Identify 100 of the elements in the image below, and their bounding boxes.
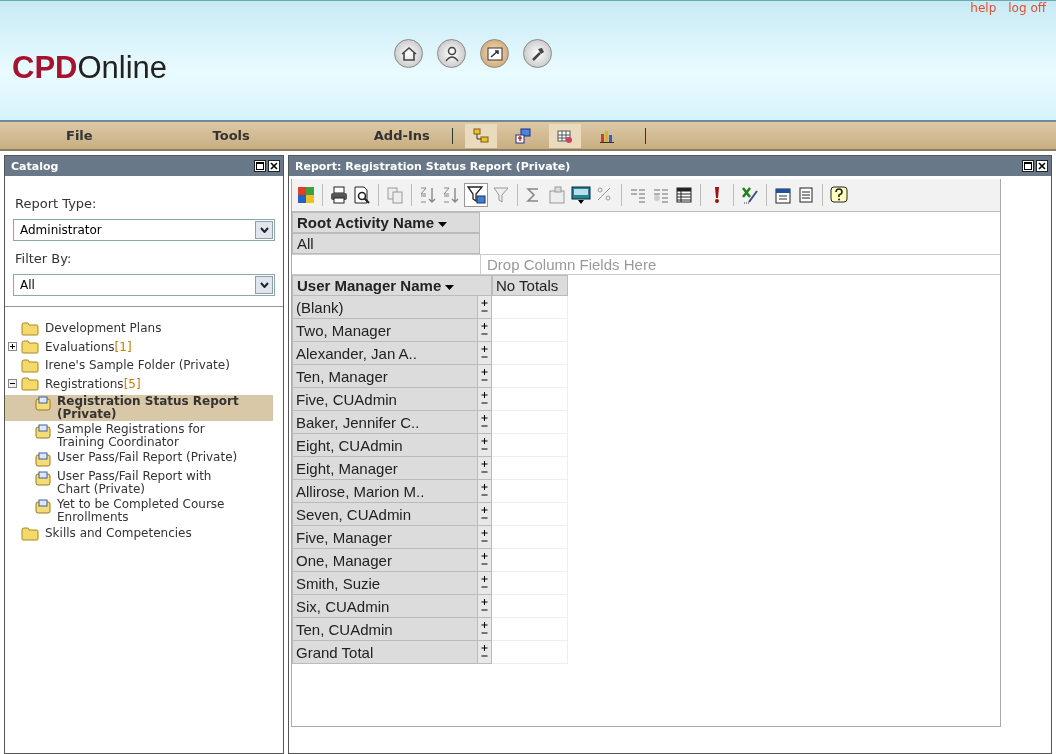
close-button[interactable] — [1036, 160, 1048, 172]
copy-icon[interactable] — [385, 185, 405, 205]
row-label: Allirose, Marion M.. — [296, 482, 425, 500]
report-item[interactable]: Yet to be Completed Course Enrollments — [57, 498, 242, 524]
expand-collapse-icon[interactable] — [477, 319, 491, 341]
expand-collapse-icon[interactable] — [477, 365, 491, 387]
expand-collapse-icon[interactable] — [477, 388, 491, 410]
expand-collapse-icon[interactable] — [477, 572, 491, 594]
table-icon — [556, 127, 573, 144]
help-icon[interactable] — [829, 185, 849, 205]
expand-icon[interactable] — [8, 342, 17, 351]
folder-icon — [21, 358, 39, 373]
row-label: Eight, CUAdmin — [296, 436, 403, 454]
expand-collapse-icon[interactable] — [477, 457, 491, 479]
person-icon — [442, 44, 461, 63]
report-icon — [35, 396, 51, 412]
sort-descending-icon[interactable] — [441, 185, 461, 205]
windows-icon — [514, 127, 531, 144]
filter-value: All — [292, 233, 480, 254]
tree-item[interactable]: Skills and Competencies — [45, 526, 192, 540]
maximize-button[interactable] — [1022, 160, 1034, 172]
expand-collapse-icon[interactable] — [477, 618, 491, 640]
panel-title: Report: Registration Status Report (Private) — [295, 159, 571, 173]
expand-collapse-icon[interactable] — [477, 595, 491, 617]
column-header: No Totals — [492, 275, 568, 296]
report-icon — [35, 452, 51, 468]
row-label: Ten, Manager — [296, 367, 388, 385]
reports-button[interactable] — [480, 39, 509, 68]
calculated-field-icon[interactable] — [547, 185, 567, 205]
expand-collapse-icon[interactable] — [477, 342, 491, 364]
report-item[interactable]: User Pass/Fail Report (Private) — [57, 451, 242, 464]
row-label: Six, CUAdmin — [296, 597, 390, 615]
row-label: Alexander, Jan A.. — [296, 344, 417, 362]
row-label: Five, Manager — [296, 528, 392, 546]
expand-collapse-icon[interactable] — [477, 480, 491, 502]
row-field-header[interactable]: User Manager Name — [292, 275, 492, 296]
row-label: Grand Total — [296, 643, 374, 661]
funnel-icon[interactable] — [491, 185, 511, 205]
profile-button[interactable] — [437, 39, 466, 68]
folder-icon — [21, 340, 39, 354]
expand-collapse-icon[interactable] — [477, 434, 491, 456]
expand-collapse-icon[interactable] — [477, 411, 491, 433]
field-list-icon[interactable] — [674, 185, 694, 205]
row-label: Five, CUAdmin — [296, 390, 397, 408]
monitor-icon[interactable] — [570, 185, 592, 205]
field-label: Filter By: — [15, 251, 73, 266]
menu-item[interactable]: Tools — [202, 128, 260, 143]
row-label: (Blank) — [296, 298, 344, 316]
tools-button[interactable] — [523, 39, 552, 68]
grid-view-button[interactable] — [548, 123, 581, 148]
house-icon — [399, 44, 418, 63]
report-item[interactable]: Sample Registrations for Training Coordinator — [57, 423, 242, 449]
report-icon — [35, 424, 51, 440]
hierarchy-icon — [472, 127, 489, 144]
expand-collapse-icon[interactable] — [477, 641, 491, 663]
menu-item[interactable]: File — [56, 128, 103, 143]
row-label: Ten, CUAdmin — [296, 620, 393, 638]
print-preview-icon[interactable] — [352, 185, 372, 205]
filter-icon[interactable] — [464, 183, 488, 207]
expand-collapse-icon[interactable] — [477, 296, 491, 318]
chevron-down-icon — [259, 282, 269, 288]
properties-icon[interactable] — [796, 185, 816, 205]
tree-view-button[interactable] — [464, 123, 497, 148]
arrow-chart-icon — [485, 44, 504, 63]
row-label: One, Manager — [296, 551, 392, 569]
dropdown-arrow-icon[interactable] — [445, 285, 455, 291]
tree-item[interactable]: Development Plans — [45, 321, 162, 335]
folder-icon — [21, 526, 39, 541]
report-icon — [35, 471, 51, 487]
panel-title: Catalog — [11, 159, 59, 173]
tree-item[interactable]: Evaluations[1] — [45, 339, 132, 354]
collapse-icon[interactable] — [8, 379, 17, 388]
maximize-button[interactable] — [254, 160, 266, 172]
row-label: Two, Manager — [296, 321, 392, 339]
chevron-down-icon — [259, 227, 269, 233]
export-to-spreadsheet-icon[interactable] — [740, 185, 760, 205]
print-icon[interactable] — [329, 185, 349, 205]
home-button[interactable] — [394, 39, 423, 68]
filter-dropdown[interactable]: All — [13, 274, 275, 296]
row-label: Seven, CUAdmin — [296, 505, 412, 523]
row-label: Smith, Suzie — [296, 574, 381, 592]
field-label: Report Type: — [15, 196, 98, 211]
expand-collapse-icon[interactable] — [477, 503, 491, 525]
close-button[interactable] — [268, 160, 280, 172]
sort-ascending-icon[interactable] — [418, 185, 438, 205]
report-item[interactable]: User Pass/Fail Report with Chart (Private) — [57, 470, 242, 496]
report-type-dropdown[interactable]: Administrator — [13, 219, 275, 241]
clipboard-icon[interactable] — [773, 185, 793, 205]
report-icon — [35, 499, 51, 515]
expand-collapse-icon[interactable] — [477, 526, 491, 548]
filter-field-header[interactable]: Root Activity Name — [292, 212, 480, 233]
office-logo-icon[interactable] — [296, 185, 316, 205]
expand-collapse-icon[interactable] — [477, 549, 491, 571]
tree-item[interactable]: Registrations[5] — [45, 376, 141, 391]
tree-item[interactable]: Irene's Sample Folder (Private) — [45, 358, 230, 372]
logo: CPDOnline — [12, 49, 169, 86]
column-drop-zone: Drop Column Fields Here — [486, 255, 658, 274]
dropdown-arrow-icon[interactable] — [438, 222, 448, 228]
menu-item[interactable]: Add-Ins — [363, 128, 440, 143]
folder-icon — [21, 321, 39, 336]
